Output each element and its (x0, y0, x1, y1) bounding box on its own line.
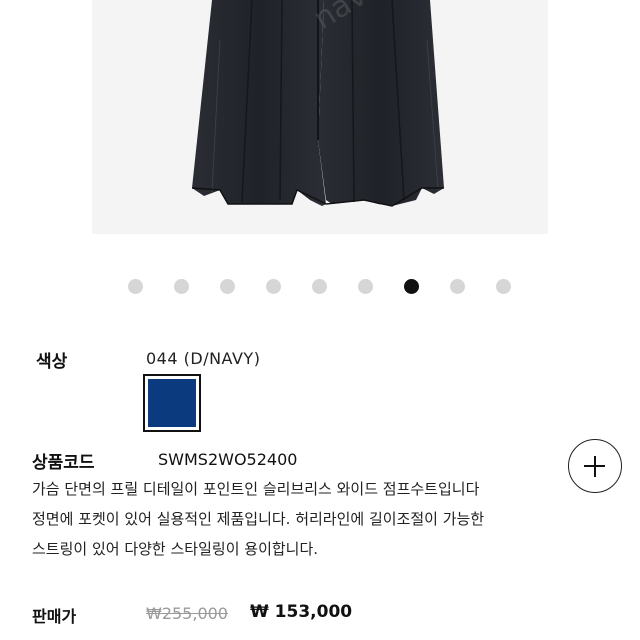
original-price: ₩255,000 (146, 604, 228, 623)
plus-icon-vertical (593, 455, 596, 477)
color-swatch-fill (148, 379, 196, 427)
product-code-value: SWMS2WO52400 (158, 450, 298, 469)
description-line-2: 정면에 포켓이 있어 실용적인 제품입니다. 허리라인에 길이조절이 가능한 (32, 510, 485, 528)
carousel-dot-5[interactable] (312, 279, 327, 294)
product-code-label: 상품코드 (32, 453, 95, 473)
carousel-dot-1[interactable] (128, 279, 143, 294)
carousel-dot-4[interactable] (266, 279, 281, 294)
color-label: 색상 (36, 352, 68, 372)
jumpsuit-illustration: naver.co (191, 0, 444, 207)
carousel-dot-3[interactable] (220, 279, 235, 294)
carousel-dot-2[interactable] (174, 279, 189, 294)
carousel-dot-8[interactable] (450, 279, 465, 294)
description-line-1: 가슴 단면의 프릴 디테일이 포인트인 슬리브리스 와이드 점프수트입니다 (32, 480, 480, 498)
price-label: 판매가 (32, 607, 77, 626)
carousel-dot-7[interactable] (404, 279, 419, 294)
color-swatch[interactable] (143, 374, 201, 432)
carousel-dot-6[interactable] (358, 279, 373, 294)
description-line-3: 스트링이 있어 다양한 스타일링이 용이합니다. (32, 540, 319, 558)
product-image[interactable]: naver.co (92, 0, 548, 234)
carousel-dot-9[interactable] (496, 279, 511, 294)
color-value: 044 (D/NAVY) (146, 349, 261, 368)
sale-price: ₩ 153,000 (250, 602, 353, 622)
carousel-indicator (0, 279, 640, 297)
add-button[interactable] (568, 439, 622, 493)
